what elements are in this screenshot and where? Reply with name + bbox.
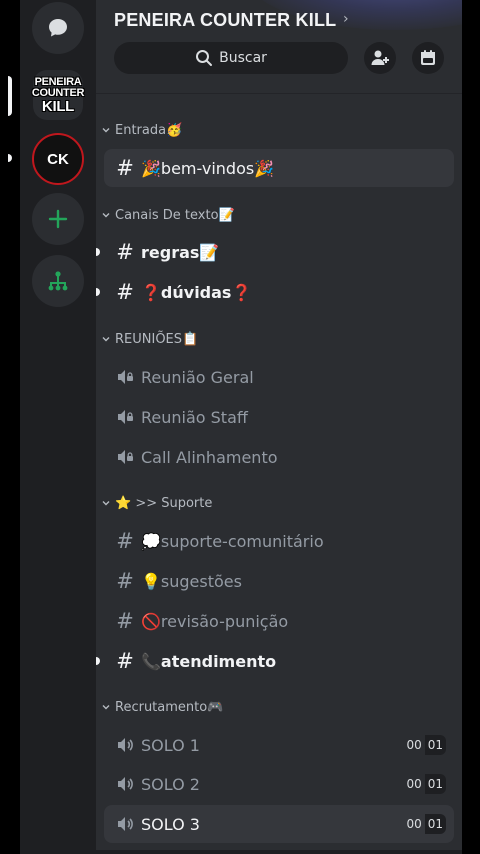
chevron-down-icon	[102, 705, 110, 710]
left-edge	[0, 0, 20, 854]
user-limit: 01	[424, 735, 446, 755]
unread-indicator	[96, 657, 100, 665]
chevron-right-icon[interactable]: ›	[343, 11, 349, 27]
user-limit: 01	[424, 814, 446, 834]
channel-suporte-comunitario[interactable]: # 💭suporte-comunitário	[104, 522, 454, 560]
locked-speaker-icon	[114, 366, 136, 388]
channel-name: regras📝	[141, 242, 220, 262]
chevron-down-icon	[102, 213, 110, 218]
channel-reuniao-staff[interactable]: Reunião Staff	[104, 398, 454, 436]
category-entrada[interactable]: Entrada🥳	[102, 120, 182, 140]
channel-duvidas[interactable]: # ❓dúvidas❓	[96, 273, 454, 311]
channel-name: Reunião Staff	[141, 407, 248, 427]
right-edge	[462, 0, 480, 854]
user-count: 00	[406, 738, 422, 752]
hub-icon	[48, 271, 68, 291]
selected-server-indicator	[8, 76, 12, 116]
channel-name: SOLO 2	[141, 774, 200, 794]
speaker-icon	[114, 734, 136, 756]
channel-name: 📞atendimento	[141, 651, 277, 671]
channel-atendimento[interactable]: # 📞atendimento	[96, 642, 454, 680]
user-limit-counter: 00 01	[403, 774, 446, 794]
hash-icon: #	[116, 569, 134, 593]
calendar-icon	[421, 50, 435, 65]
direct-messages-button[interactable]	[32, 2, 84, 54]
user-limit-counter: 00 01	[403, 814, 446, 834]
chevron-down-icon	[102, 337, 110, 342]
category-label: REUNIÕES📋	[115, 331, 199, 347]
logo-line-1: PENEIRA	[34, 75, 82, 88]
search-button[interactable]: Buscar	[114, 42, 348, 74]
hash-icon: #	[116, 529, 134, 553]
category-label: ⭐ >> Suporte	[115, 495, 213, 511]
search-label: Buscar	[219, 50, 267, 66]
ck-logo-text: CK	[47, 150, 69, 168]
plus-icon	[48, 209, 68, 229]
hash-icon: #	[116, 156, 134, 180]
category-label: Recrutamento🎮	[115, 699, 224, 715]
unread-indicator	[96, 248, 100, 256]
voice-channel-solo-3[interactable]: SOLO 3 00 01	[104, 805, 454, 843]
locked-speaker-icon	[114, 446, 136, 468]
chat-bubble-icon	[49, 19, 67, 37]
discord-app: PENEIRA COUNTER KILL CK PENEIRA COUNTER …	[0, 0, 480, 854]
channel-name: 🎉bem-vindos🎉	[141, 158, 275, 178]
hash-icon: #	[116, 649, 134, 673]
user-limit-counter: 00 01	[403, 735, 446, 755]
hash-icon: #	[116, 609, 134, 633]
server-rail: PENEIRA COUNTER KILL CK	[8, 0, 96, 854]
locked-speaker-icon	[114, 406, 136, 428]
chevron-down-icon	[102, 501, 110, 506]
server-icon-ck[interactable]: CK	[32, 133, 84, 185]
channel-call-alinhamento[interactable]: Call Alinhamento	[104, 438, 454, 476]
chevron-down-icon	[102, 128, 110, 133]
user-count: 00	[406, 817, 422, 831]
category-label: Entrada🥳	[115, 122, 183, 138]
server-name[interactable]: PENEIRA COUNTER KILL	[114, 10, 336, 31]
user-count: 00	[406, 777, 422, 791]
channel-name: 💭suporte-comunitário	[141, 531, 324, 551]
hash-icon: #	[116, 280, 134, 304]
hash-icon: #	[116, 240, 134, 264]
channel-name: Reunião Geral	[141, 367, 254, 387]
channel-name: Call Alinhamento	[141, 447, 278, 467]
search-icon	[196, 50, 213, 66]
logo-line-3: KILL	[41, 97, 75, 115]
bottom-edge	[20, 850, 462, 854]
category-suporte[interactable]: ⭐ >> Suporte	[102, 493, 212, 513]
category-reunioes[interactable]: REUNIÕES📋	[102, 329, 198, 349]
header-divider	[96, 93, 462, 94]
category-recrutamento[interactable]: Recrutamento🎮	[102, 697, 223, 717]
channel-name: 🚫revisão-punição	[141, 611, 289, 631]
channel-name: 💡sugestões	[141, 571, 242, 591]
logo-line-2: COUNTER	[31, 86, 85, 99]
channel-name: SOLO 1	[141, 735, 200, 755]
voice-channel-solo-1[interactable]: SOLO 1 00 01	[104, 726, 454, 764]
channel-bem-vindos[interactable]: # 🎉bem-vindos🎉	[104, 149, 454, 187]
voice-channel-solo-2[interactable]: SOLO 2 00 01	[104, 765, 454, 803]
channel-sugestoes[interactable]: # 💡sugestões	[104, 562, 454, 600]
add-server-button[interactable]	[32, 193, 84, 245]
speaker-icon	[114, 773, 136, 795]
add-member-icon	[371, 50, 389, 65]
invite-members-button[interactable]	[364, 42, 396, 74]
category-canais-de-texto[interactable]: Canais De texto📝	[102, 205, 235, 225]
events-button[interactable]	[412, 42, 444, 74]
channel-name: ❓dúvidas❓	[141, 282, 252, 302]
channel-panel: PENEIRA COUNTER KILL › Buscar Entrada🥳 #…	[96, 0, 462, 854]
channel-regras[interactable]: # regras📝	[96, 233, 454, 271]
category-label: Canais De texto📝	[115, 207, 235, 223]
channel-name: SOLO 3	[141, 814, 200, 834]
channel-reuniao-geral[interactable]: Reunião Geral	[104, 358, 454, 396]
user-limit: 01	[424, 774, 446, 794]
server-icon-peneira[interactable]: PENEIRA COUNTER KILL	[31, 70, 85, 120]
discover-servers-button[interactable]	[32, 255, 84, 307]
speaker-icon	[114, 813, 136, 835]
unread-indicator	[96, 288, 100, 296]
channel-revisao-punicao[interactable]: # 🚫revisão-punição	[104, 602, 454, 640]
